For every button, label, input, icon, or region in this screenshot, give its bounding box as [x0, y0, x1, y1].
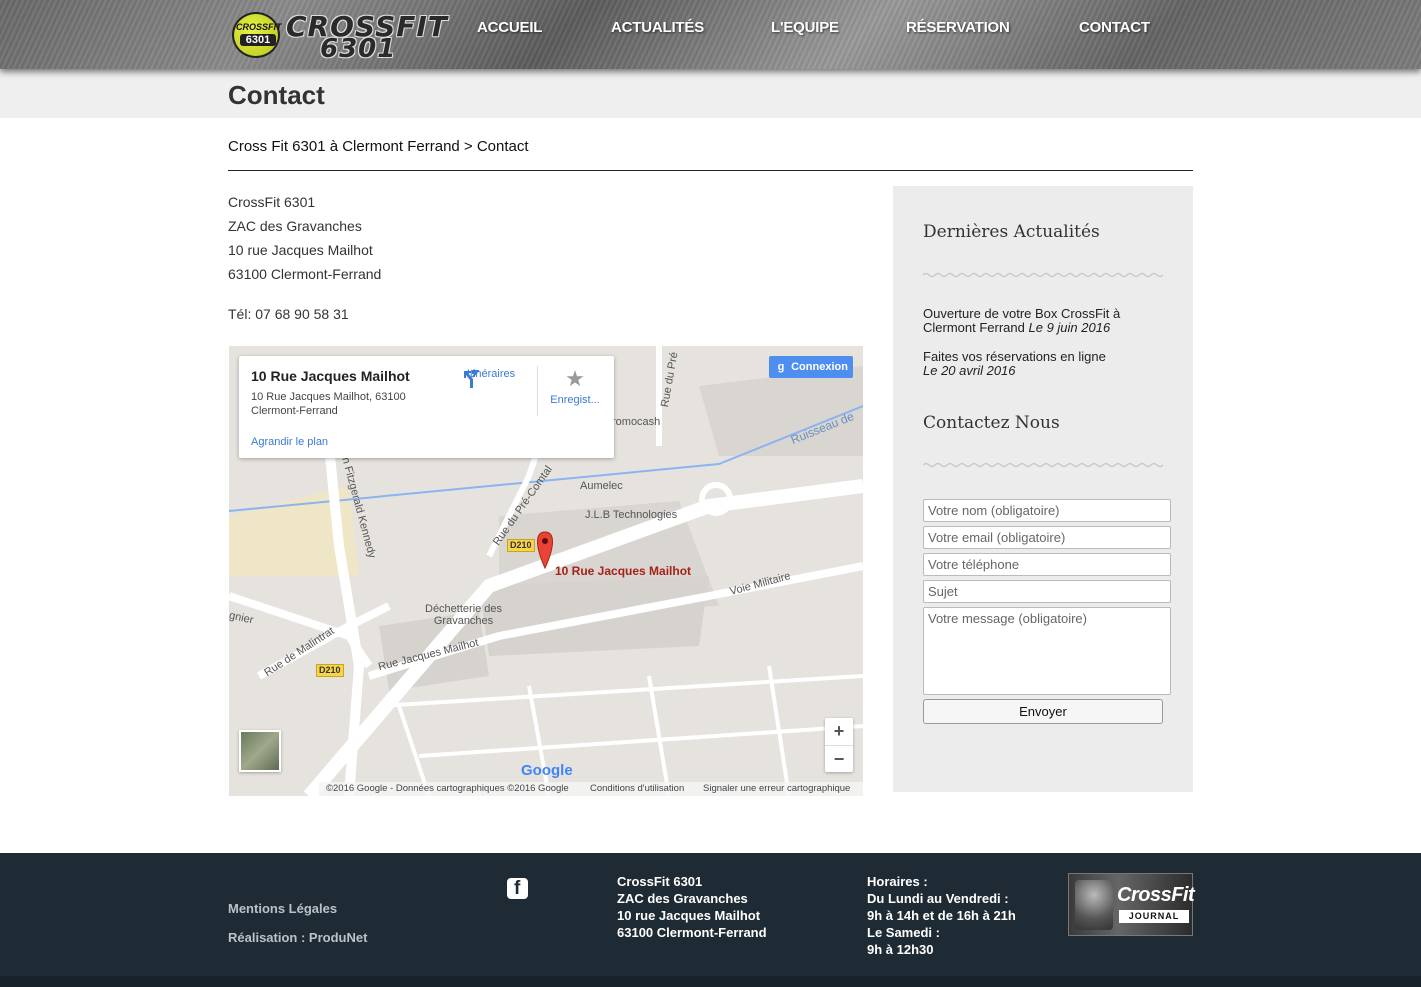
- footer-bottom-bar: [0, 976, 1421, 987]
- footer-address-line: CrossFit 6301: [617, 874, 703, 889]
- journal-subtitle: JOURNAL: [1119, 910, 1189, 923]
- journal-title: CrossFit: [1117, 884, 1195, 906]
- map-pin-center: [542, 538, 548, 544]
- news-title[interactable]: Faites vos réservations en ligne: [923, 350, 1163, 364]
- subject-field[interactable]: Sujet: [923, 580, 1171, 603]
- contact-heading: Contactez Nous: [923, 413, 1060, 433]
- connexion-button[interactable]: g Connexion: [769, 356, 853, 378]
- message-field[interactable]: Votre message (obligatoire): [923, 607, 1171, 695]
- google-plus-icon: g: [777, 361, 785, 373]
- address-line: CrossFit 6301: [228, 194, 316, 210]
- nav-accueil[interactable]: ACCUEIL: [477, 19, 542, 36]
- footer-hours-line: 9h à 12h30: [867, 942, 934, 957]
- map-pin-label: 10 Rue Jacques Mailhot: [555, 564, 692, 578]
- crossfit-journal-banner[interactable]: CrossFit JOURNAL: [1068, 873, 1195, 936]
- google-logo-text: Google: [521, 762, 573, 779]
- road-badge: D210: [507, 539, 535, 552]
- wave-divider: [923, 462, 1163, 468]
- map-report-link[interactable]: Signaler une erreur cartographique: [703, 783, 850, 794]
- road-badge: D210: [316, 664, 344, 677]
- news-item[interactable]: Faites vos réservations en ligne Le 20 a…: [923, 350, 1163, 378]
- credits-link[interactable]: Réalisation : ProduNet: [228, 930, 367, 945]
- wave-divider: [923, 272, 1163, 278]
- directions-icon: [464, 370, 479, 388]
- save-button[interactable]: ★ Enregist...: [545, 366, 605, 407]
- map-label: romocash: [612, 416, 661, 428]
- star-icon: ★: [565, 366, 585, 391]
- footer-hours: Horaires : Du Lundi au Vendredi : 9h à 1…: [867, 873, 1016, 958]
- map-attribution: ©2016 Google - Données cartographiques ©…: [319, 782, 863, 796]
- legal-link[interactable]: Mentions Légales: [228, 901, 337, 916]
- divider: [228, 170, 1193, 171]
- breadcrumb: Cross Fit 6301 à Clermont Ferrand > Cont…: [228, 138, 529, 155]
- footer-address-line: ZAC des Gravanches: [617, 891, 748, 906]
- map-info-card: 10 Rue Jacques Mailhot 10 Rue Jacques Ma…: [239, 356, 614, 458]
- zoom-out-button[interactable]: −: [825, 746, 853, 773]
- phone-field[interactable]: Votre téléphone: [923, 553, 1171, 576]
- news-date: Le 9 juin 2016: [1028, 320, 1111, 335]
- address-line: 63100 Clermont-Ferrand: [228, 266, 382, 282]
- map-road-grid: [378, 665, 863, 796]
- address-line: 10 rue Jacques Mailhot: [228, 242, 373, 258]
- google-logo: Google: [521, 762, 573, 779]
- send-button[interactable]: Envoyer: [923, 699, 1163, 724]
- nav-equipe[interactable]: L'EQUIPE: [771, 19, 839, 36]
- email-field[interactable]: Votre email (obligatoire): [923, 526, 1171, 549]
- page-title: Contact: [228, 80, 325, 110]
- sidebar: Dernières Actualités Ouverture de votre …: [893, 186, 1193, 792]
- facebook-icon[interactable]: f: [507, 878, 528, 899]
- facebook-glyph: f: [514, 878, 521, 899]
- footer-address: CrossFit 6301 ZAC des Gravanches 10 rue …: [617, 873, 767, 941]
- map-area-block: [699, 366, 863, 456]
- footer-address-line: 63100 Clermont-Ferrand: [617, 925, 767, 940]
- contact-address: CrossFit 6301 ZAC des Gravanches 10 rue …: [228, 190, 381, 286]
- name-field[interactable]: Votre nom (obligatoire): [923, 499, 1171, 522]
- title-band: [0, 69, 1421, 118]
- news-item[interactable]: Ouverture de votre Box CrossFit à Clermo…: [923, 307, 1163, 335]
- directions-button[interactable]: Itinéraires: [461, 368, 521, 388]
- nav-contact[interactable]: CONTACT: [1079, 19, 1150, 36]
- footer-hours-line: 9h à 14h et de 16h à 21h: [867, 908, 1016, 923]
- map-copyright: ©2016 Google - Données cartographiques ©…: [326, 783, 569, 794]
- google-map[interactable]: Rue du Pré Ruisseau de romocash Aumelec …: [229, 346, 863, 796]
- athlete-image: [1075, 880, 1113, 930]
- save-label: Enregist...: [550, 394, 600, 406]
- news-heading: Dernières Actualités: [923, 222, 1100, 242]
- footer-hours-line: Le Samedi :: [867, 925, 940, 940]
- card-separator: [537, 366, 538, 416]
- map-card-title: 10 Rue Jacques Mailhot: [251, 368, 410, 384]
- footer-hours-line: Du Lundi au Vendredi :: [867, 891, 1009, 906]
- enlarge-map-link[interactable]: Agrandir le plan: [251, 436, 328, 448]
- footer-hours-line: Horaires :: [867, 874, 928, 889]
- satellite-toggle[interactable]: [239, 730, 281, 772]
- map-label: J.L.B Technologies: [585, 509, 678, 521]
- nav-actualites[interactable]: ACTUALITÉS: [611, 19, 704, 36]
- footer-address-line: 10 rue Jacques Mailhot: [617, 908, 761, 923]
- news-date: Le 20 avril 2016: [923, 363, 1016, 378]
- nav-reservation[interactable]: RÉSERVATION: [906, 19, 1010, 36]
- main-nav: ACCUEIL ACTUALITÉS L'EQUIPE RÉSERVATION …: [0, 19, 1421, 39]
- map-terms-link[interactable]: Conditions d'utilisation: [590, 783, 684, 794]
- connexion-label: Connexion: [791, 361, 848, 373]
- zoom-control: + −: [825, 718, 853, 772]
- address-line: ZAC des Gravanches: [228, 218, 362, 234]
- map-label: Aumelec: [580, 480, 623, 492]
- map-card-address: 10 Rue Jacques Mailhot, 63100 Clermont-F…: [251, 391, 406, 417]
- zoom-in-button[interactable]: +: [825, 718, 853, 745]
- map-label: Déchetterie des Gravanches: [425, 603, 503, 627]
- contact-phone: Tél: 07 68 90 58 31: [228, 306, 349, 322]
